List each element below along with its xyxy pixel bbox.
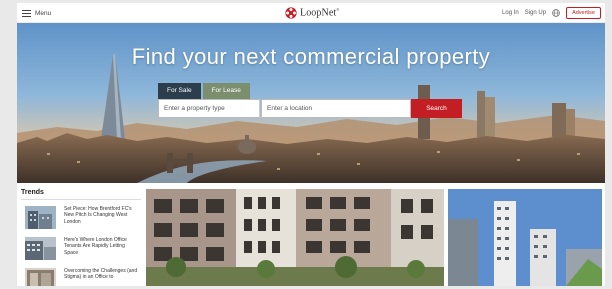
hero-title: Find your next commercial property	[131, 44, 491, 69]
tab-for-lease[interactable]: For Lease	[202, 83, 250, 99]
property-search-bar: Search	[158, 99, 462, 118]
globe-icon[interactable]	[552, 9, 560, 17]
loopnet-logo[interactable]: LoopNet®	[285, 6, 339, 19]
login-link[interactable]: Log In	[502, 10, 519, 16]
menu-button[interactable]: Menu	[22, 8, 51, 19]
search-button[interactable]: Search	[411, 99, 462, 118]
trend-thumbnail	[25, 237, 56, 260]
advertise-button[interactable]: Advertise	[566, 7, 601, 19]
tab-for-sale[interactable]: For Sale	[158, 83, 201, 99]
trend-headline[interactable]: Overcoming the Challenges (and Stigma) i…	[64, 268, 138, 281]
trend-headline[interactable]: Here's Where London Office Tenants Are R…	[64, 237, 138, 256]
featured-property-photo[interactable]	[146, 189, 444, 286]
loopnet-logo-icon	[285, 6, 297, 19]
trend-item[interactable]: Set Piece: How Brentford FC's New Pitch …	[21, 206, 141, 234]
trend-thumbnail	[25, 206, 56, 229]
apartment-building-image	[146, 189, 444, 286]
trend-item[interactable]: Here's Where London Office Tenants Are R…	[21, 237, 141, 265]
trends-heading: Trends	[21, 189, 141, 200]
listing-type-tabs: For Sale For Lease	[158, 83, 250, 99]
trend-thumbnail	[25, 268, 56, 286]
property-type-input[interactable]	[158, 99, 260, 118]
trends-panel: Trends Set Piece: How Brentford FC's New…	[21, 189, 141, 286]
trend-item[interactable]: Overcoming the Challenges (and Stigma) i…	[21, 268, 141, 286]
site-header: Menu LoopNet® Log In Sign Up Advertise	[17, 3, 605, 23]
brand-name: LoopNet®	[300, 6, 340, 19]
hamburger-icon	[22, 10, 31, 17]
signup-link[interactable]: Sign Up	[525, 10, 546, 16]
featured-property-photo[interactable]	[448, 189, 602, 286]
account-nav: Log In Sign Up Advertise	[502, 7, 601, 19]
tower-blocks-image	[448, 189, 602, 286]
menu-label: Menu	[35, 10, 52, 17]
location-input[interactable]	[261, 99, 411, 118]
trend-headline[interactable]: Set Piece: How Brentford FC's New Pitch …	[64, 206, 138, 225]
loopnet-homepage: Menu LoopNet® Log In Sign Up Advertise F…	[17, 3, 605, 286]
hero-banner: Find your next commercial property For S…	[17, 23, 605, 183]
